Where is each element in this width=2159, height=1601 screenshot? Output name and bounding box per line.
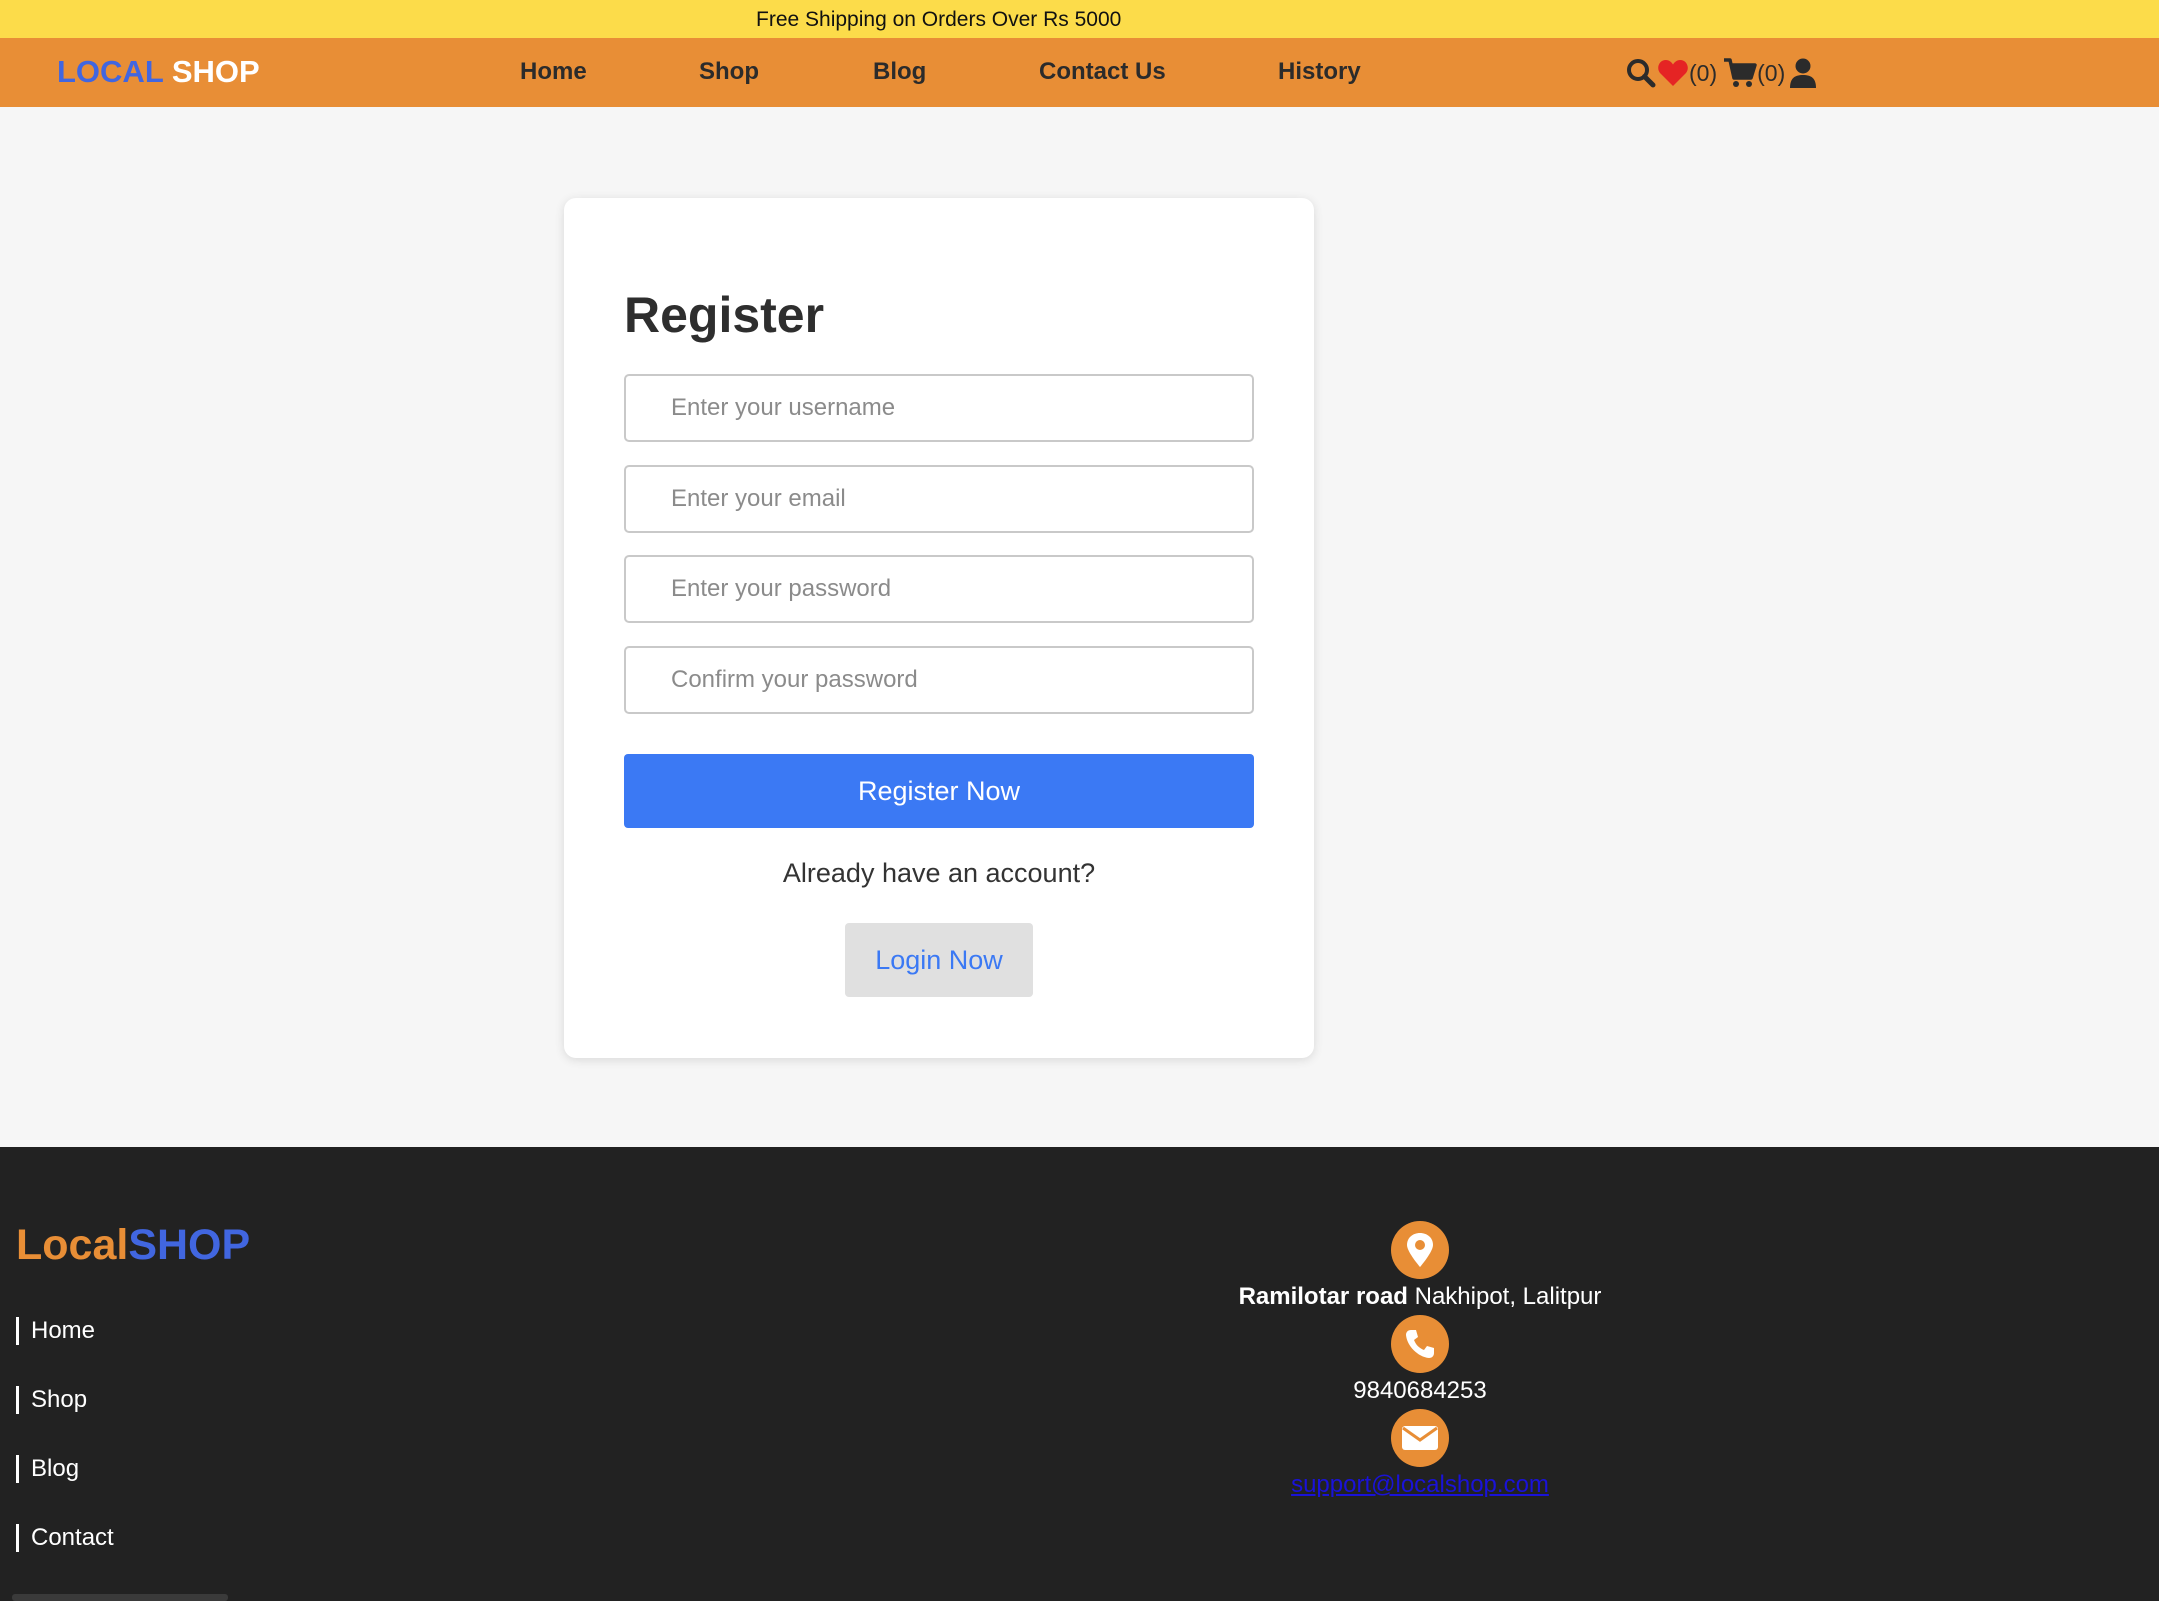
address-street: Ramilotar road <box>1238 1283 1408 1310</box>
nav-blog[interactable]: Blog <box>873 58 926 86</box>
logo-part-local: LOCAL <box>57 54 164 89</box>
wishlist-button[interactable]: (0) <box>1657 58 1717 88</box>
confirm-password-field[interactable] <box>624 646 1254 714</box>
email-field[interactable] <box>624 465 1254 533</box>
mail-icon <box>1391 1409 1449 1467</box>
wishlist-count: (0) <box>1689 59 1718 86</box>
user-icon[interactable] <box>1789 58 1817 88</box>
register-title: Register <box>624 287 825 343</box>
nav-shop[interactable]: Shop <box>699 58 759 86</box>
phone-icon <box>1391 1315 1449 1373</box>
support-email-link[interactable]: support@localshop.com <box>1291 1471 1549 1498</box>
nav-contact-us[interactable]: Contact Us <box>1039 58 1166 86</box>
footer-contact: Ramilotar road Nakhipot, Lalitpur 984068… <box>1100 1221 1740 1503</box>
phone-number: 9840684253 <box>1353 1377 1487 1404</box>
header-actions: (0) (0) <box>1625 55 1817 91</box>
login-now-button[interactable]: Login Now <box>845 923 1033 997</box>
footer-logo: LocalSHOP <box>16 1221 250 1270</box>
search-icon[interactable] <box>1625 57 1657 89</box>
username-field[interactable] <box>624 374 1254 442</box>
address-line: Ramilotar road Nakhipot, Lalitpur <box>1100 1279 1740 1315</box>
register-card: Register Register Now Already have an ac… <box>564 198 1314 1058</box>
nav-history[interactable]: History <box>1278 58 1361 86</box>
footer-link-contact[interactable]: Contact <box>16 1524 114 1552</box>
cart-icon <box>1723 57 1757 89</box>
promo-bar: Free Shipping on Orders Over Rs 5000 <box>0 0 2159 38</box>
cart-count: (0) <box>1757 59 1786 86</box>
header: LOCAL SHOP Home Shop Blog Contact Us His… <box>0 38 2159 107</box>
footer-link-shop[interactable]: Shop <box>16 1386 87 1414</box>
password-field[interactable] <box>624 555 1254 623</box>
address-area: Nakhipot, Lalitpur <box>1414 1283 1602 1310</box>
heart-icon <box>1657 58 1689 88</box>
location-pin-icon <box>1391 1221 1449 1279</box>
cart-button[interactable]: (0) <box>1723 57 1785 89</box>
footer: LocalSHOP Home Shop Blog Contact Ramilot… <box>0 1147 2159 1601</box>
site-logo[interactable]: LOCAL SHOP <box>57 54 260 90</box>
footer-logo-part-local: Local <box>16 1221 129 1269</box>
footer-link-home[interactable]: Home <box>16 1317 95 1345</box>
promo-text: Free Shipping on Orders Over Rs 5000 <box>756 8 1122 31</box>
already-have-account-text: Already have an account? <box>782 858 1096 888</box>
register-now-button[interactable]: Register Now <box>624 754 1254 828</box>
footer-logo-part-shop: SHOP <box>128 1221 251 1269</box>
horizontal-scrollbar[interactable] <box>12 1594 228 1601</box>
footer-link-blog[interactable]: Blog <box>16 1455 79 1483</box>
logo-part-shop: SHOP <box>171 54 260 89</box>
nav-home[interactable]: Home <box>520 58 587 86</box>
